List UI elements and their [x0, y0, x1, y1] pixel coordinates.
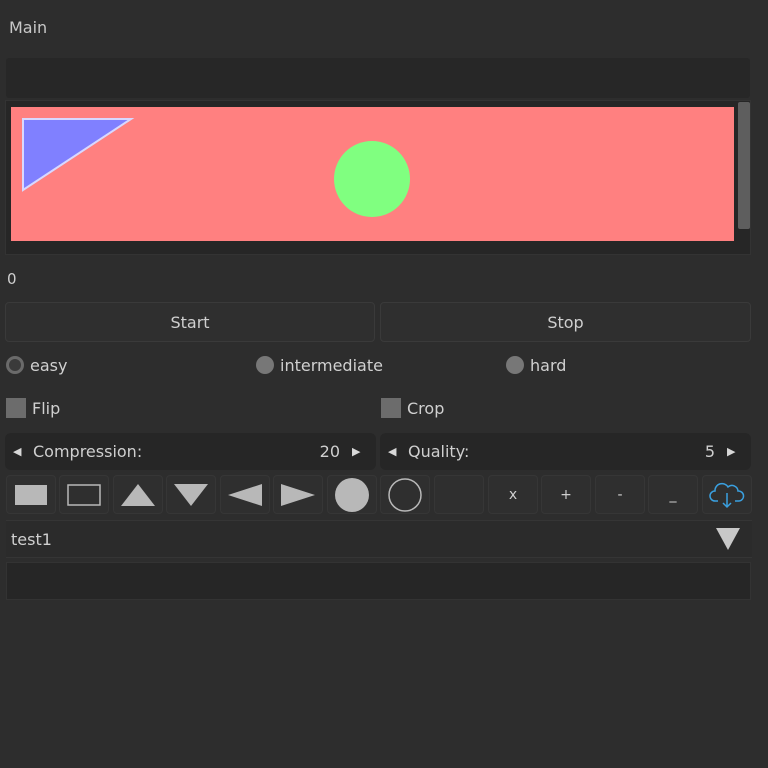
- tool-triangle-up[interactable]: [113, 475, 163, 514]
- start-button[interactable]: Start: [5, 302, 375, 342]
- tool-filled-rectangle[interactable]: [6, 475, 56, 514]
- canvas-scrollbar[interactable]: [738, 102, 750, 229]
- stop-button[interactable]: Stop: [380, 302, 751, 342]
- outline-circle-icon: [388, 477, 422, 512]
- tool-underscore[interactable]: _: [648, 475, 698, 514]
- checkbox-crop[interactable]: Crop: [381, 396, 444, 420]
- dropdown-selected-value: test1: [11, 529, 52, 549]
- tool-triangle-right[interactable]: [273, 475, 323, 514]
- triangle-right-icon: [281, 483, 315, 506]
- tool-outline-rectangle[interactable]: [59, 475, 109, 514]
- spinner-value: 20: [319, 442, 340, 461]
- canvas-circle[interactable]: [334, 141, 410, 217]
- filled-circle-icon: [335, 477, 369, 512]
- test-dropdown[interactable]: test1: [6, 520, 752, 558]
- tool-blank[interactable]: [434, 475, 484, 514]
- tool-filled-circle[interactable]: [327, 475, 377, 514]
- tool-x[interactable]: x: [488, 475, 538, 514]
- window-title: Main: [9, 18, 48, 37]
- drawing-canvas[interactable]: [11, 107, 734, 241]
- cloud-download-icon: [709, 482, 745, 508]
- radio-selected-icon[interactable]: [6, 356, 24, 374]
- increment-arrow-icon[interactable]: ▶: [727, 445, 743, 458]
- dropdown-arrow-icon[interactable]: [715, 527, 741, 551]
- decrement-arrow-icon[interactable]: ◀: [388, 445, 404, 458]
- outline-rectangle-icon: [67, 483, 101, 506]
- spinner-label: Compression:: [33, 442, 143, 461]
- radio-easy[interactable]: easy: [6, 352, 67, 378]
- filled-rectangle-icon: [15, 484, 47, 505]
- spinner-label: Quality:: [408, 442, 470, 461]
- increment-arrow-icon[interactable]: ▶: [352, 445, 368, 458]
- top-text-field[interactable]: [6, 58, 750, 98]
- radio-unselected-icon[interactable]: [506, 356, 524, 374]
- checkbox-box[interactable]: [6, 398, 26, 418]
- spinner-value: 5: [704, 442, 715, 461]
- tool-plus[interactable]: +: [541, 475, 591, 514]
- canvas-triangle[interactable]: [22, 118, 135, 192]
- radio-label: easy: [30, 355, 68, 375]
- checkbox-label: Crop: [407, 398, 445, 418]
- triangle-left-icon: [228, 483, 262, 506]
- checkbox-box[interactable]: [381, 398, 401, 418]
- radio-intermediate[interactable]: intermediate: [256, 352, 383, 378]
- checkbox-label: Flip: [32, 398, 61, 418]
- triangle-up-icon: [121, 483, 155, 506]
- tool-triangle-down[interactable]: [166, 475, 216, 514]
- tool-minus[interactable]: -: [595, 475, 645, 514]
- radio-hard[interactable]: hard: [506, 352, 566, 378]
- radio-label: hard: [530, 355, 567, 375]
- radio-label: intermediate: [280, 355, 383, 375]
- quality-spinner[interactable]: ◀ Quality: 5 ▶: [380, 433, 751, 470]
- canvas-svg: [22, 118, 410, 217]
- triangle-down-icon: [174, 483, 208, 506]
- radio-unselected-icon[interactable]: [256, 356, 274, 374]
- tool-outline-circle[interactable]: [380, 475, 430, 514]
- shape-toolbar: x + - _: [6, 475, 752, 515]
- decrement-arrow-icon[interactable]: ◀: [13, 445, 29, 458]
- compression-spinner[interactable]: ◀ Compression: 20 ▶: [5, 433, 376, 470]
- tool-triangle-left[interactable]: [220, 475, 270, 514]
- tool-cloud-download[interactable]: [702, 475, 752, 514]
- value-label: 0: [7, 270, 17, 288]
- bottom-text-field[interactable]: [6, 562, 751, 600]
- checkbox-flip[interactable]: Flip: [6, 396, 60, 420]
